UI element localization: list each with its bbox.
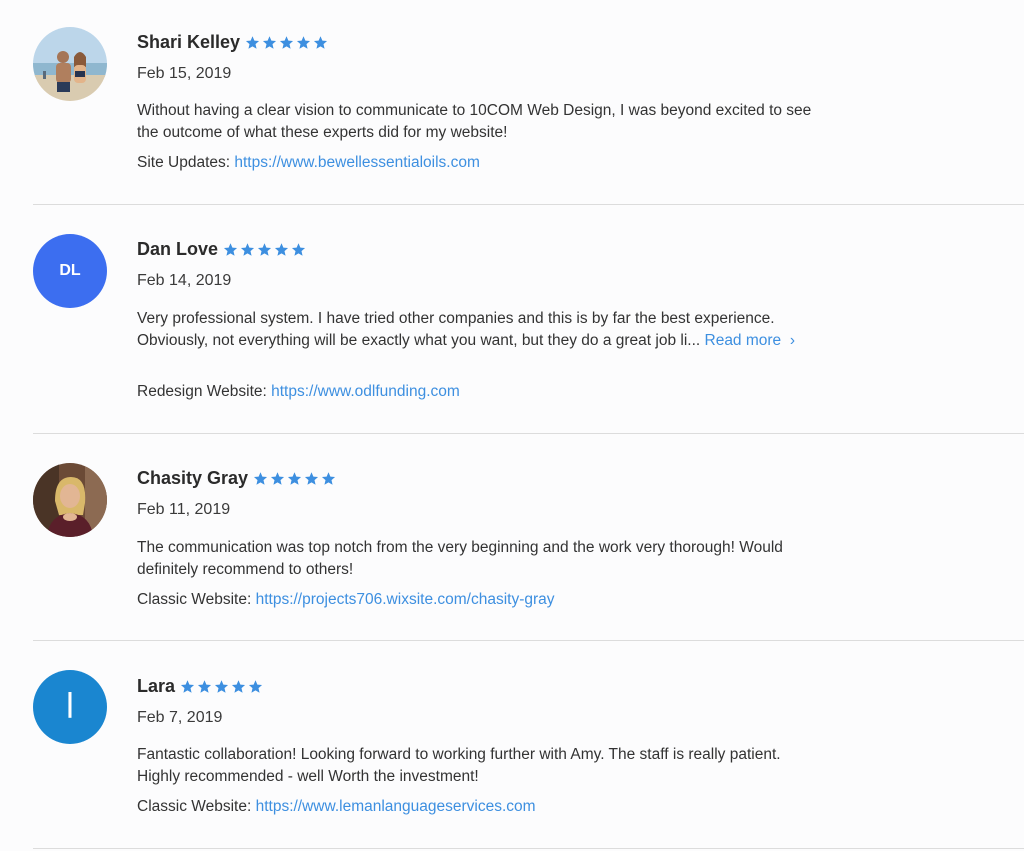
avatar-initials: DL xyxy=(59,262,81,279)
chevron-right-icon: › xyxy=(789,332,795,349)
beach-photo-image xyxy=(33,27,107,101)
reviewer-name: Lara xyxy=(137,676,176,696)
review-text-body: Very professional system. I have tried o… xyxy=(137,310,775,349)
review-site: Redesign Website: https://www.odlfunding… xyxy=(137,383,460,401)
review-date: Feb 7, 2019 xyxy=(137,709,223,726)
review-card: l Lara Feb 7, 2019 Fantastic collaborati… xyxy=(0,641,1024,849)
portrait-photo-image xyxy=(33,463,107,537)
star-icon xyxy=(180,680,195,693)
star-icon xyxy=(240,243,255,256)
star-icon xyxy=(246,36,260,49)
star-icon xyxy=(291,243,306,256)
reviewer-name: Chasity Gray xyxy=(137,468,249,488)
star-icon xyxy=(322,472,336,485)
review-site: Classic Website: https://www.lemanlangua… xyxy=(137,798,536,816)
star-icon xyxy=(314,36,328,49)
site-label: Classic Website: xyxy=(137,798,252,815)
review-card: Chasity Gray Feb 11, 2019 The communicat… xyxy=(0,434,1024,641)
star-icon xyxy=(271,472,285,485)
site-link[interactable]: https://www.odlfunding.com xyxy=(271,383,460,400)
star-icon xyxy=(248,680,263,693)
star-icon xyxy=(288,472,302,485)
star-icon xyxy=(263,36,277,49)
reviewer-avatar[interactable]: l xyxy=(33,670,107,744)
site-label: Site Updates: xyxy=(137,154,231,171)
reviews-list: Shari Kelley Feb 15, 2019 Without having… xyxy=(0,0,1024,851)
site-link[interactable]: https://www.lemanlanguageservices.com xyxy=(256,798,536,815)
site-link[interactable]: https://projects706.wixsite.com/chasity-… xyxy=(256,591,555,608)
star-icon xyxy=(214,680,229,693)
reviewer-avatar[interactable] xyxy=(33,463,107,537)
reviewer-avatar[interactable]: DL xyxy=(33,234,107,308)
review-card: Shari Kelley Feb 15, 2019 Without having… xyxy=(0,0,1024,205)
site-label: Redesign Website: xyxy=(137,383,267,400)
site-label: Classic Website: xyxy=(137,591,252,608)
star-icon xyxy=(280,36,294,49)
star-icon xyxy=(305,472,319,485)
read-more-link[interactable]: Read more › xyxy=(705,332,795,349)
reviewer-name: Shari Kelley xyxy=(137,32,241,52)
site-link[interactable]: https://www.bewellessentialoils.com xyxy=(234,154,480,171)
review-card: DL Dan Love Feb 14, 2019 Very profession… xyxy=(0,205,1024,434)
star-rating xyxy=(245,35,330,50)
star-icon xyxy=(254,472,268,485)
review-site: Site Updates: https://www.bewellessentia… xyxy=(137,154,480,172)
review-text: Fantastic collaboration! Looking forward… xyxy=(137,746,781,785)
review-text: Very professional system. I have tried o… xyxy=(137,308,827,352)
review-text: Without having a clear vision to communi… xyxy=(137,102,812,141)
review-date: Feb 11, 2019 xyxy=(137,501,231,518)
avatar-initials: l xyxy=(65,687,75,727)
reviewer-name: Dan Love xyxy=(137,239,219,259)
review-date: Feb 15, 2019 xyxy=(137,65,232,82)
star-icon xyxy=(297,36,311,49)
star-icon xyxy=(197,680,212,693)
divider xyxy=(33,848,1024,849)
star-icon xyxy=(257,243,272,256)
star-icon xyxy=(274,243,289,256)
review-date: Feb 14, 2019 xyxy=(137,272,232,289)
reviewer-avatar[interactable] xyxy=(33,27,107,101)
review-text: The communication was top notch from the… xyxy=(137,539,783,578)
star-rating xyxy=(223,242,308,257)
star-icon xyxy=(223,243,238,256)
star-icon xyxy=(231,680,246,693)
review-site: Classic Website: https://projects706.wix… xyxy=(137,591,555,609)
star-rating xyxy=(180,679,265,694)
star-rating xyxy=(253,471,338,486)
